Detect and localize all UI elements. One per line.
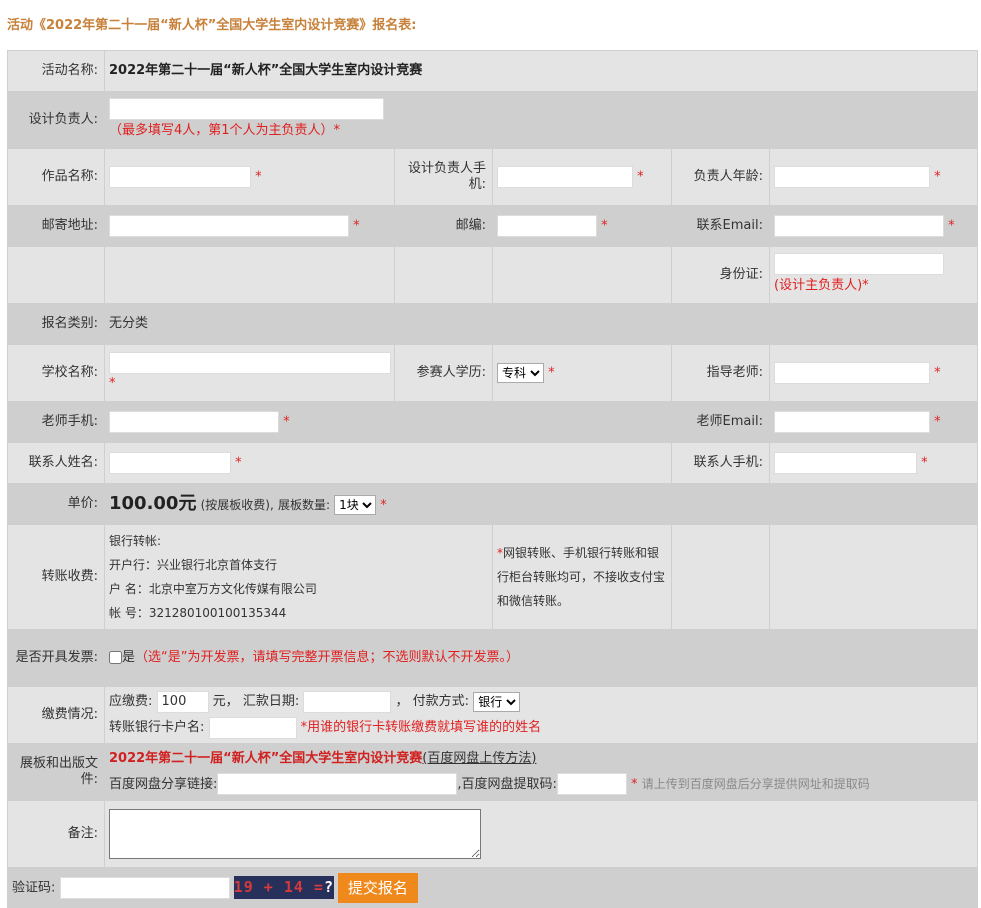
- share-link-input[interactable]: [217, 773, 458, 795]
- board-count-label: 展板数量:: [277, 497, 330, 512]
- education-required: *: [548, 365, 555, 381]
- email-input[interactable]: [774, 215, 944, 237]
- designer-age-required: *: [934, 169, 941, 185]
- board-count-select[interactable]: 1块: [334, 495, 377, 516]
- price-value: 100.00元: [109, 492, 197, 514]
- designer-note: （最多填写4人，第1个人为主负责人）*: [109, 123, 341, 138]
- registration-form: 活动名称: 2022年第二十一届“新人杯”全国大学生室内设计竞赛 设计负责人: …: [6, 50, 979, 908]
- bank-line-3: 帐 号：321280100100135344: [109, 606, 287, 620]
- extract-code-label: ,百度网盘提取码:: [457, 776, 557, 792]
- invoice-note: （选“是”为开发票，请填写完整开票信息；不选则默认不开发票。）: [135, 649, 519, 665]
- board-count-required: *: [380, 497, 387, 513]
- designer-age-input[interactable]: [774, 166, 930, 188]
- captcha-label: 验证码:: [12, 880, 56, 895]
- work-name-input[interactable]: [109, 166, 251, 188]
- transfer-date-input[interactable]: [303, 690, 392, 713]
- contact-phone-input[interactable]: [774, 452, 917, 474]
- contact-name-label: 联系人姓名:: [7, 442, 105, 484]
- card-holder-input[interactable]: [208, 716, 297, 739]
- amount-label: 应缴费:: [109, 694, 153, 709]
- invoice-checkbox-label: 是: [122, 649, 136, 665]
- education-select[interactable]: 专科: [497, 363, 544, 383]
- bank-line-2: 户 名：北京中室万方文化传媒有限公司: [109, 582, 317, 596]
- invoice-checkbox[interactable]: [109, 650, 122, 664]
- remark-label: 备注:: [7, 800, 105, 868]
- extract-code-input[interactable]: [556, 773, 627, 795]
- teacher-input[interactable]: [774, 362, 930, 384]
- submit-button[interactable]: 提交报名: [337, 872, 418, 903]
- designer-phone-input[interactable]: [497, 166, 633, 188]
- designer-input[interactable]: [109, 98, 384, 120]
- teacher-phone-input[interactable]: [109, 411, 279, 433]
- upload-method-link[interactable]: (百度网盘上传方法): [422, 751, 536, 766]
- teacher-email-input[interactable]: [774, 411, 930, 433]
- activity-name-label: 活动名称:: [7, 50, 105, 92]
- work-name-label: 作品名称:: [7, 148, 105, 206]
- share-link-label: 百度网盘分享链接:: [109, 776, 218, 792]
- remark-textarea[interactable]: [109, 809, 481, 859]
- id-card-note: (设计主负责人)*: [774, 278, 869, 293]
- address-input[interactable]: [109, 215, 349, 237]
- address-label: 邮寄地址:: [7, 205, 105, 247]
- teacher-required: *: [934, 365, 941, 381]
- zip-label: 邮编:: [394, 205, 493, 247]
- captcha-input[interactable]: [59, 876, 230, 899]
- school-label: 学校名称:: [7, 344, 105, 402]
- zip-required: *: [601, 218, 608, 234]
- contact-name-input[interactable]: [109, 452, 231, 474]
- category-label: 报名类别:: [7, 303, 105, 345]
- amount-unit: 元，: [212, 694, 239, 709]
- designer-phone-label: 设计负责人手机:: [394, 148, 493, 206]
- designer-phone-required: *: [637, 169, 644, 185]
- transfer-label: 转账收费:: [7, 524, 105, 630]
- amount-input[interactable]: [156, 690, 209, 713]
- school-input[interactable]: [109, 352, 391, 374]
- teacher-phone-label: 老师手机:: [7, 401, 105, 443]
- files-required: *: [631, 776, 638, 792]
- captcha-question: ?: [323, 878, 334, 896]
- education-label: 参赛人学历:: [394, 344, 493, 402]
- invoice-label: 是否开具发票:: [7, 629, 105, 687]
- zip-input[interactable]: [497, 215, 597, 237]
- payment-method-label: 付款方式:: [412, 694, 470, 709]
- transfer-date-label: 汇款日期:: [242, 694, 300, 709]
- email-required: *: [948, 218, 955, 234]
- transfer-note: 网银转账、手机银行转账和银行柜台转账均可，不接收支付宝和微信转账。: [497, 546, 666, 608]
- payment-method-select[interactable]: 银行: [473, 691, 521, 712]
- activity-link[interactable]: 2022年第二十一届“新人杯”全国大学生室内设计竞赛: [109, 751, 422, 766]
- designer-label: 设计负责人:: [7, 91, 105, 149]
- id-card-label: 身份证:: [671, 246, 770, 304]
- card-holder-note: *用谁的银行卡转账缴费就填写谁的的姓名: [300, 720, 542, 735]
- bank-title: 银行转帐:: [109, 534, 162, 548]
- contact-phone-label: 联系人手机:: [671, 442, 770, 484]
- price-note: (按展板收费),: [200, 497, 274, 512]
- bank-line-1: 开户行：兴业银行北京首体支行: [109, 558, 278, 572]
- captcha-image[interactable]: 19 + 14 =?: [233, 876, 334, 899]
- card-holder-label: 转账银行卡户名:: [109, 720, 205, 735]
- id-card-input[interactable]: [774, 253, 944, 275]
- teacher-email-label: 老师Email:: [671, 401, 770, 443]
- captcha-text: 19 + 14 =: [233, 878, 324, 896]
- payment-label: 缴费情况:: [7, 686, 105, 744]
- school-required: *: [109, 376, 116, 391]
- address-required: *: [353, 218, 360, 234]
- activity-name-value: 2022年第二十一届“新人杯”全国大学生室内设计竞赛: [109, 62, 423, 78]
- email-label: 联系Email:: [671, 205, 770, 247]
- designer-age-label: 负责人年龄:: [671, 148, 770, 206]
- teacher-phone-required: *: [283, 414, 290, 430]
- payment-separator: ，: [395, 694, 409, 709]
- price-label: 单价:: [7, 483, 105, 525]
- files-tip: 请上传到百度网盘后分享提供网址和提取码: [641, 776, 870, 791]
- work-name-required: *: [255, 169, 262, 185]
- contact-name-required: *: [235, 455, 242, 471]
- teacher-label: 指导老师:: [671, 344, 770, 402]
- teacher-email-required: *: [934, 414, 941, 430]
- category-value: 无分类: [109, 315, 149, 331]
- contact-phone-required: *: [921, 455, 928, 471]
- page-title: 活动《2022年第二十一届“新人杯”全国大学生室内设计竞赛》报名表:: [7, 18, 417, 33]
- files-label: 展板和出版文件:: [7, 743, 105, 801]
